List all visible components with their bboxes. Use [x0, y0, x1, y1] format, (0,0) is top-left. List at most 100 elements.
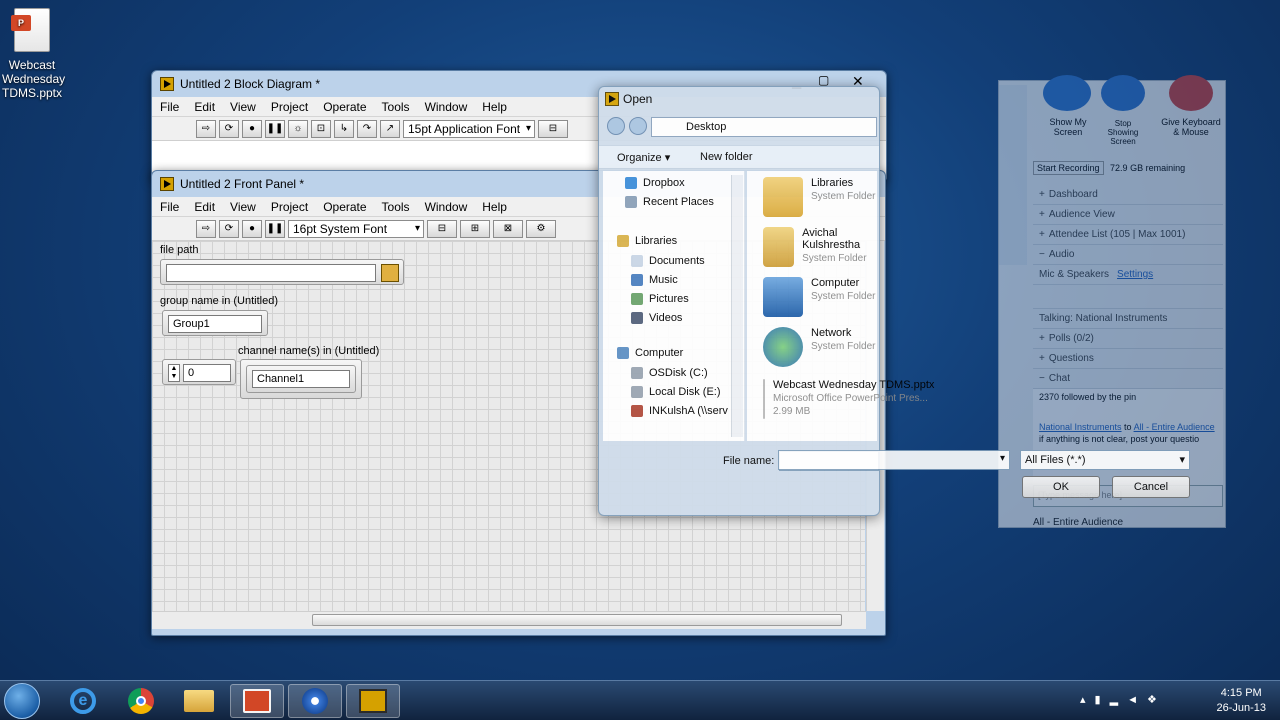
menu-file[interactable]: File — [160, 100, 179, 114]
file-item[interactable]: Webcast Wednesday TDMS.pptx Microsoft Off… — [763, 379, 934, 435]
taskbar-chrome[interactable] — [114, 684, 168, 718]
file-item[interactable]: Avichal Kulshrestha System Folder — [763, 227, 877, 277]
run-arrow-icon[interactable]: ⇨ — [196, 219, 216, 238]
taskbar-clock[interactable]: 4:15 PM 26-Jun-13 — [1216, 686, 1266, 716]
nav-videos[interactable]: Videos — [631, 308, 743, 327]
battery-icon[interactable]: ▮ — [1095, 694, 1110, 706]
menu-edit[interactable]: Edit — [194, 200, 215, 214]
section-audio[interactable]: − Audio — [1033, 245, 1223, 265]
file-type-select[interactable]: All Files (*.*) ▾ — [1020, 450, 1190, 470]
section-attendee-list[interactable]: + Attendee List (105 | Max 1001) — [1033, 225, 1223, 245]
menu-help[interactable]: Help — [482, 100, 507, 114]
send-to-select[interactable]: All - Entire Audience — [1033, 517, 1223, 529]
increment-decrement-icon[interactable]: ▲ ▼ — [168, 364, 180, 382]
maximize-icon[interactable]: ▢ — [818, 73, 829, 87]
pause-icon[interactable]: ❚❚ — [265, 119, 285, 138]
back-icon[interactable] — [607, 117, 625, 135]
file-item[interactable]: Libraries System Folder — [763, 177, 877, 227]
reorder-icon[interactable]: ⚙ — [526, 219, 556, 238]
section-chat[interactable]: − Chat — [1033, 369, 1223, 389]
close-sharing-icon[interactable] — [1169, 75, 1213, 111]
section-polls[interactable]: + Polls (0/2) — [1033, 329, 1223, 349]
section-audience-view[interactable]: + Audience View — [1033, 205, 1223, 225]
nav-pictures[interactable]: Pictures — [631, 289, 743, 308]
menu-project[interactable]: Project — [271, 200, 308, 214]
nav-recent-places[interactable]: Recent Places — [625, 192, 743, 211]
show-hidden-icons-icon[interactable]: ▴ — [1080, 694, 1095, 706]
file-type-filter[interactable] — [799, 497, 879, 498]
cancel-button[interactable]: Cancel — [1112, 476, 1190, 498]
taskbar-explorer[interactable] — [172, 684, 226, 718]
menu-operate[interactable]: Operate — [323, 200, 366, 214]
menu-window[interactable]: Window — [425, 100, 468, 114]
step-over-icon[interactable]: ↷ — [357, 119, 377, 138]
location-bar[interactable]: Desktop — [651, 117, 877, 137]
menu-view[interactable]: View — [230, 100, 256, 114]
nav-computer[interactable]: Computer — [617, 343, 683, 362]
start-recording-button[interactable]: Start Recording — [1033, 161, 1104, 175]
nav-drive-e[interactable]: Local Disk (E:) — [631, 382, 743, 401]
step-into-icon[interactable]: ↳ — [334, 119, 354, 138]
run-arrow-icon[interactable]: ⇨ — [196, 119, 216, 138]
section-dashboard[interactable]: + Dashboard — [1033, 185, 1223, 205]
network-signal-icon[interactable]: ▂ — [1110, 694, 1127, 706]
nav-network-drive[interactable]: INKulshA (\\serv — [631, 401, 743, 420]
nav-music[interactable]: Music — [631, 270, 743, 289]
nav-dropbox[interactable]: Dropbox — [625, 173, 743, 192]
retain-wire-values-icon[interactable]: ⊡ — [311, 119, 331, 138]
file-item[interactable]: Network System Folder — [763, 327, 877, 377]
taskbar-webex[interactable] — [288, 684, 342, 718]
menu-edit[interactable]: Edit — [194, 100, 215, 114]
taskbar-ie[interactable]: e — [56, 684, 110, 718]
font-select[interactable]: 16pt System Font — [288, 219, 424, 238]
align-objects-icon[interactable]: ⊟ — [427, 219, 457, 238]
menu-window[interactable]: Window — [425, 200, 468, 214]
menu-project[interactable]: Project — [271, 100, 308, 114]
index-input[interactable]: 0 — [183, 364, 231, 382]
channel-name-input[interactable]: Channel1 — [252, 370, 350, 388]
new-folder-button[interactable]: New folder — [700, 151, 753, 163]
nav-scrollbar[interactable] — [731, 175, 743, 437]
open-ok-button[interactable]: OK — [1022, 476, 1100, 498]
taskbar-powerpoint[interactable] — [230, 684, 284, 718]
file-name-combo[interactable]: ▾ — [778, 450, 1010, 470]
run-continuously-icon[interactable]: ⟳ — [219, 219, 239, 238]
step-out-icon[interactable]: ↗ — [380, 119, 400, 138]
abort-icon[interactable]: ● — [242, 119, 262, 138]
dialog-titlebar[interactable]: Open — [599, 87, 879, 111]
menu-tools[interactable]: Tools — [382, 200, 410, 214]
menu-operate[interactable]: Operate — [323, 100, 366, 114]
menu-view[interactable]: View — [230, 200, 256, 214]
dropbox-tray-icon[interactable]: ❖ — [1147, 694, 1166, 706]
menu-help[interactable]: Help — [482, 200, 507, 214]
pause-sharing-icon[interactable] — [1043, 75, 1091, 111]
section-questions[interactable]: + Questions — [1033, 349, 1223, 369]
start-button[interactable] — [4, 683, 40, 719]
volume-muted-icon[interactable]: ◄ — [1127, 694, 1147, 706]
menu-file[interactable]: File — [160, 200, 179, 214]
taskbar-labview[interactable] — [346, 684, 400, 718]
horizontal-scrollbar[interactable] — [152, 611, 866, 629]
audio-settings-link[interactable]: Settings — [1117, 269, 1153, 280]
menu-tools[interactable]: Tools — [382, 100, 410, 114]
distribute-objects-icon[interactable]: ⊞ — [460, 219, 490, 238]
run-continuously-icon[interactable]: ⟳ — [219, 119, 239, 138]
highlight-execution-icon[interactable]: ☼ — [288, 119, 308, 138]
desktop-icon-pptx[interactable]: P Webcast Wednesday TDMS.pptx — [2, 8, 65, 100]
group-name-input[interactable]: Group1 — [168, 315, 262, 333]
browse-folder-icon[interactable] — [381, 264, 399, 282]
stop-sharing-icon[interactable] — [1101, 75, 1145, 111]
scroll-thumb[interactable] — [312, 614, 842, 626]
forward-icon[interactable] — [629, 117, 647, 135]
file-path-input[interactable] — [166, 264, 376, 282]
nav-drive-c[interactable]: OSDisk (C:) — [631, 363, 743, 382]
align-icon[interactable]: ⊟ — [538, 119, 568, 138]
nav-documents[interactable]: Documents — [631, 251, 743, 270]
pause-icon[interactable]: ❚❚ — [265, 219, 285, 238]
file-item[interactable]: Computer System Folder — [763, 277, 877, 327]
nav-libraries[interactable]: Libraries — [617, 231, 677, 250]
organize-button[interactable]: Organize ▾ — [617, 151, 670, 164]
abort-icon[interactable]: ● — [242, 219, 262, 238]
resize-objects-icon[interactable]: ⊠ — [493, 219, 523, 238]
font-select[interactable]: 15pt Application Font — [403, 119, 535, 138]
